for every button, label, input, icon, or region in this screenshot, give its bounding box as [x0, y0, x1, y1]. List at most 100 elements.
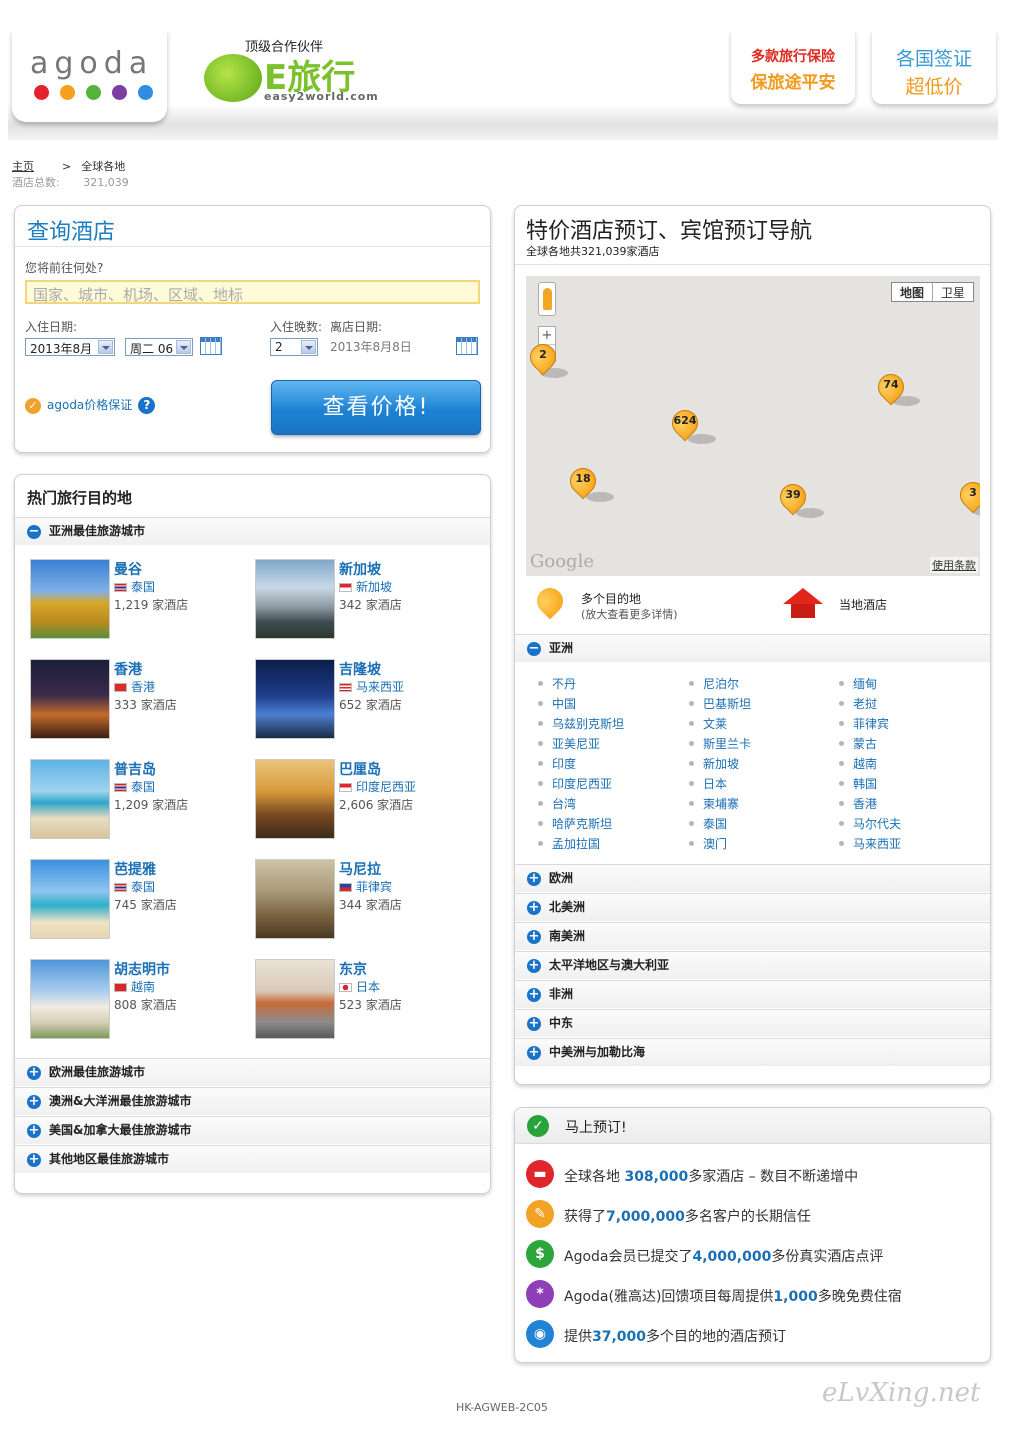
country-link[interactable]: 文莱	[689, 715, 751, 735]
city-name[interactable]: 胡志明市	[114, 959, 170, 979]
street-view-pegman-icon[interactable]	[538, 282, 556, 316]
region-pacific-australia[interactable]: + 太平洋地区与澳大利亚	[515, 951, 990, 979]
city-country[interactable]: 印度尼西亚	[339, 778, 416, 795]
city-card-singapore[interactable]: 新加坡 新加坡 342 家酒店	[255, 559, 475, 641]
chevron-down-icon	[301, 340, 316, 354]
city-card-bali[interactable]: 巴厘岛 印度尼西亚 2,606 家酒店	[255, 759, 475, 841]
country-link[interactable]: 巴基斯坦	[689, 695, 751, 715]
country-link[interactable]: 蒙古	[839, 735, 901, 755]
accordion-europe-cities[interactable]: + 欧洲最佳旅游城市	[15, 1058, 490, 1086]
agoda-logo[interactable]: agoda	[12, 30, 167, 122]
partner-logo-icon[interactable]	[204, 54, 262, 102]
checkin-month-select[interactable]: 2013年8月	[25, 338, 115, 356]
logo-dot-green	[86, 85, 101, 100]
city-name[interactable]: 曼谷	[114, 559, 142, 579]
country-link[interactable]: 老挝	[839, 695, 901, 715]
city-card-kualalumpur[interactable]: 吉隆坡 马来西亚 652 家酒店	[255, 659, 475, 741]
region-africa[interactable]: + 非洲	[515, 980, 990, 1008]
city-country[interactable]: 日本	[339, 978, 380, 995]
country-link[interactable]: 柬埔寨	[689, 795, 751, 815]
country-link[interactable]: 亚美尼亚	[538, 735, 624, 755]
region-europe[interactable]: + 欧洲	[515, 864, 990, 892]
city-card-pattaya[interactable]: 芭提雅 泰国 745 家酒店	[30, 859, 250, 941]
accordion-oceania-cities[interactable]: + 澳洲&大洋洲最佳旅游城市	[15, 1087, 490, 1115]
country-link[interactable]: 菲律宾	[839, 715, 901, 735]
region-middle-east[interactable]: + 中东	[515, 1009, 990, 1037]
country-link[interactable]: 新加坡	[689, 755, 751, 775]
visa-ad[interactable]: 各国签证 超低价	[872, 30, 996, 104]
check-price-button[interactable]: 查看价格!	[271, 380, 481, 435]
country-link[interactable]: 泰国	[689, 815, 751, 835]
country-link[interactable]: 澳门	[689, 835, 751, 855]
country-link[interactable]: 哈萨克斯坦	[538, 815, 624, 835]
calendar-icon[interactable]	[200, 337, 222, 355]
city-name[interactable]: 巴厘岛	[339, 759, 381, 779]
hotel-total-label: 酒店总数:	[12, 176, 60, 189]
city-card-manila[interactable]: 马尼拉 菲律宾 344 家酒店	[255, 859, 475, 941]
city-name[interactable]: 新加坡	[339, 559, 381, 579]
city-name[interactable]: 马尼拉	[339, 859, 381, 879]
map-type-control[interactable]: 地图 卫星	[890, 282, 974, 302]
country-link[interactable]: 印度尼西亚	[538, 775, 624, 795]
city-country[interactable]: 泰国	[114, 778, 155, 795]
calendar-icon[interactable]	[456, 337, 478, 355]
accordion-asia-cities[interactable]: − 亚洲最佳旅游城市	[15, 517, 490, 545]
country-link[interactable]: 缅甸	[839, 675, 901, 695]
google-logo[interactable]: Google	[530, 551, 594, 572]
country-link[interactable]: 韩国	[839, 775, 901, 795]
city-card-bangkok[interactable]: 曼谷 泰国 1,219 家酒店	[30, 559, 250, 641]
region-central-america-caribbean[interactable]: + 中美洲与加勒比海	[515, 1038, 990, 1066]
country-link[interactable]: 香港	[839, 795, 901, 815]
city-name[interactable]: 芭提雅	[114, 859, 156, 879]
city-country[interactable]: 泰国	[114, 578, 155, 595]
checkin-day-select[interactable]: 周二 06	[125, 338, 193, 356]
bed-icon: ▬	[526, 1160, 554, 1188]
country-link[interactable]: 越南	[839, 755, 901, 775]
city-country[interactable]: 新加坡	[339, 578, 392, 595]
city-name[interactable]: 香港	[114, 659, 142, 679]
country-link[interactable]: 马尔代夫	[839, 815, 901, 835]
country-name: 越南	[131, 980, 156, 994]
city-country[interactable]: 越南	[114, 978, 155, 995]
country-link[interactable]: 不丹	[538, 675, 624, 695]
country-link[interactable]: 日本	[689, 775, 751, 795]
city-country[interactable]: 马来西亚	[339, 678, 404, 695]
destination-input[interactable]: 国家、城市、机场、区域、地标	[25, 280, 480, 304]
flag-icon	[339, 883, 352, 892]
region-asia[interactable]: − 亚洲	[515, 634, 990, 662]
satellite-view-button[interactable]: 卫星	[933, 283, 973, 301]
guide-subtitle: 全球各地共321,039家酒店	[526, 245, 660, 258]
city-country[interactable]: 菲律宾	[339, 878, 392, 895]
country-link[interactable]: 马来西亚	[839, 835, 901, 855]
region-north-america[interactable]: + 北美洲	[515, 893, 990, 921]
nights-select[interactable]: 2	[270, 338, 318, 356]
country-link[interactable]: 尼泊尔	[689, 675, 751, 695]
country-link[interactable]: 台湾	[538, 795, 624, 815]
accordion-other-cities[interactable]: + 其他地区最佳旅游城市	[15, 1145, 490, 1173]
breadcrumb-home-link[interactable]: 主页	[12, 158, 34, 174]
zoom-in-button[interactable]: +	[539, 327, 555, 344]
insurance-ad-line1: 多款旅行保险	[751, 49, 835, 65]
world-map[interactable]: + − 地图 卫星 2 624 74 18 39 3 Google 使用条款	[526, 276, 980, 576]
city-name[interactable]: 普吉岛	[114, 759, 156, 779]
country-link[interactable]: 斯里兰卡	[689, 735, 751, 755]
city-country[interactable]: 香港	[114, 678, 155, 695]
map-terms-link[interactable]: 使用条款	[930, 557, 978, 573]
city-name[interactable]: 吉隆坡	[339, 659, 381, 679]
accordion-north-america-cities[interactable]: + 美国&加拿大最佳旅游城市	[15, 1116, 490, 1144]
city-card-phuket[interactable]: 普吉岛 泰国 1,209 家酒店	[30, 759, 250, 841]
region-south-america[interactable]: + 南美洲	[515, 922, 990, 950]
country-link[interactable]: 中国	[538, 695, 624, 715]
price-guarantee[interactable]: ✓ agoda价格保证?	[25, 396, 156, 414]
country-link[interactable]: 印度	[538, 755, 624, 775]
city-country[interactable]: 泰国	[114, 878, 155, 895]
insurance-ad[interactable]: 多款旅行保险 保旅途平安	[731, 30, 855, 104]
map-view-button[interactable]: 地图	[892, 283, 933, 301]
city-card-hongkong[interactable]: 香港 香港 333 家酒店	[30, 659, 250, 741]
help-icon[interactable]: ?	[138, 397, 156, 414]
city-card-hochiminh[interactable]: 胡志明市 越南 808 家酒店	[30, 959, 250, 1041]
city-name[interactable]: 东京	[339, 959, 367, 979]
country-link[interactable]: 乌兹别克斯坦	[538, 715, 624, 735]
city-card-tokyo[interactable]: 东京 日本 523 家酒店	[255, 959, 475, 1041]
country-link[interactable]: 孟加拉国	[538, 835, 624, 855]
